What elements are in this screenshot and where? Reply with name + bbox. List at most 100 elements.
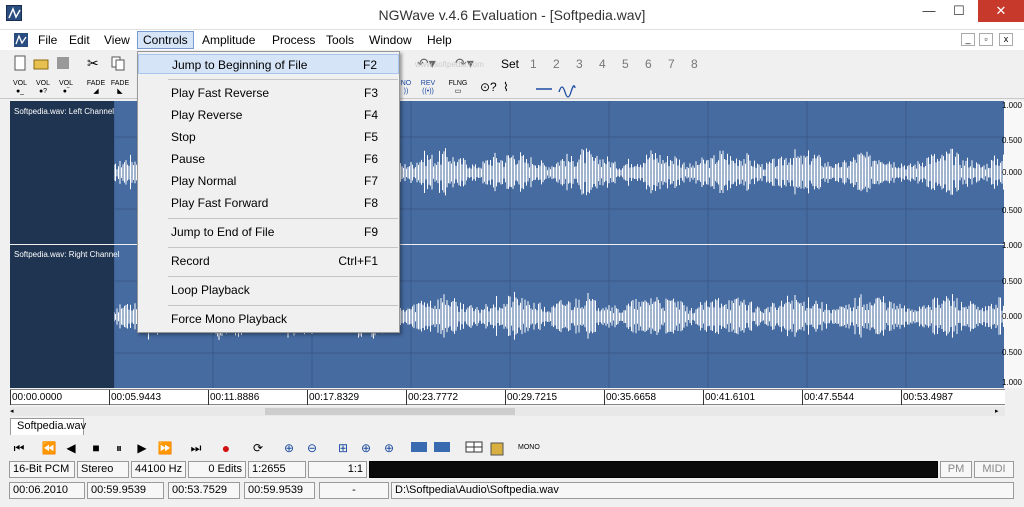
play-icon[interactable]: ▶	[133, 440, 151, 456]
mdi-minimize-button[interactable]: _	[961, 33, 975, 46]
vol-up-icon[interactable]: VOL ●‾	[56, 80, 76, 98]
jump-to-end-icon[interactable]: ⏭	[187, 440, 205, 456]
stop-icon[interactable]: ■	[87, 440, 105, 456]
marker-7[interactable]: 7	[668, 57, 675, 71]
menu-separator	[168, 276, 398, 277]
zoom-full-icon[interactable]: ⊕	[357, 440, 375, 456]
menu-separator	[168, 247, 398, 248]
minimize-button[interactable]: —	[915, 0, 943, 22]
scale-label: 0.500	[1001, 206, 1022, 215]
mdi-restore-button[interactable]: ▫	[979, 33, 993, 46]
scroll-right-arrow[interactable]: ▸	[995, 407, 1004, 416]
edits-field: 0 Edits	[188, 461, 246, 478]
marker-2[interactable]: 2	[553, 57, 560, 71]
fade-out-icon[interactable]: FADE ◣	[109, 80, 131, 98]
pause-icon[interactable]: ⏸	[110, 440, 128, 456]
spectrum-icon[interactable]: ⌇	[503, 80, 521, 98]
channel-mode-field: Stereo	[77, 461, 129, 478]
zoom-out-icon[interactable]: ⊖	[303, 440, 321, 456]
grid-icon[interactable]	[465, 440, 483, 456]
analyze-icon[interactable]: ⊙?	[480, 80, 498, 98]
scale-label: 0.500	[1001, 348, 1022, 357]
menu-item-loop-playback[interactable]: Loop Playback	[138, 280, 399, 300]
cut-icon[interactable]: ✂	[87, 55, 105, 73]
menu-amplitude[interactable]: Amplitude	[202, 33, 255, 47]
horizontal-scrollbar[interactable]: ◂ ▸	[10, 407, 1005, 416]
timeline-label: 00:23.7772	[408, 392, 459, 403]
menu-item-stop[interactable]: Stop F5	[138, 127, 399, 147]
scale-label: 0.500	[1001, 136, 1022, 145]
menu-tools[interactable]: Tools	[326, 33, 354, 47]
menu-item-play-fast-forward[interactable]: Play Fast Forward F8	[138, 193, 399, 213]
mdi-close-button[interactable]: x	[999, 33, 1013, 46]
cursor-position-field: 00:06.2010	[9, 482, 85, 499]
jump-to-start-icon[interactable]: ⏮	[10, 440, 28, 456]
right-amplitude-scale: 1.000 0.500 0.000 0.500 1.000	[1001, 241, 1024, 388]
menu-item-pause[interactable]: Pause F6	[138, 149, 399, 169]
menu-item-record[interactable]: Record Ctrl+F1	[138, 251, 399, 271]
scroll-left-arrow[interactable]: ◂	[10, 407, 19, 416]
timeline-ruler[interactable]: 00:00.0000 00:05.9443 00:11.8886 00:17.8329…	[10, 389, 1005, 405]
marker-8[interactable]: 8	[691, 57, 698, 71]
save-icon[interactable]	[55, 55, 73, 73]
close-button[interactable]: ✕	[978, 0, 1024, 22]
timeline-label: 00:53.4987	[903, 392, 954, 403]
copy-icon[interactable]	[110, 55, 128, 73]
set-label: Set	[501, 57, 520, 71]
sine-wave-icon[interactable]	[558, 80, 576, 98]
file-path-field: D:\Softpedia\Audio\Softpedia.wav	[391, 482, 1014, 499]
zoom-field: 1:1	[308, 461, 367, 478]
menu-edit[interactable]: Edit	[69, 33, 90, 47]
vol-down-icon[interactable]: VOL ●_	[10, 80, 30, 98]
menu-help[interactable]: Help	[427, 33, 452, 47]
menu-view[interactable]: View	[104, 33, 130, 47]
timeline-label: 00:41.6101	[705, 392, 756, 403]
marker-3[interactable]: 3	[576, 57, 583, 71]
timeline-label: 00:11.8886	[210, 392, 260, 403]
file-tab[interactable]: Softpedia.wav	[10, 418, 86, 435]
reverse-icon[interactable]: REV ((•))	[418, 80, 438, 98]
fast-reverse-icon[interactable]: ⏪	[40, 440, 58, 456]
menu-process[interactable]: Process	[272, 33, 315, 47]
noise-icon[interactable]: NO))	[398, 80, 414, 98]
menu-item-jump-end[interactable]: Jump to End of File F9	[138, 222, 399, 242]
scroll-thumb[interactable]	[265, 408, 515, 415]
menu-file[interactable]: File	[38, 33, 57, 47]
vol-icon[interactable]: VOL ●?	[33, 80, 53, 98]
marker-4[interactable]: 4	[599, 57, 606, 71]
menu-controls[interactable]: Controls	[137, 31, 194, 49]
menu-separator	[168, 218, 398, 219]
menu-item-force-mono[interactable]: Force Mono Playback	[138, 309, 399, 329]
record-icon[interactable]: ●	[217, 440, 235, 456]
view-selection-icon[interactable]	[410, 440, 428, 456]
menu-item-play-normal[interactable]: Play Normal F7	[138, 171, 399, 191]
zoom-in-icon[interactable]: ⊕	[280, 440, 298, 456]
total-field: 00:59.9539	[244, 482, 315, 499]
menu-item-play-reverse[interactable]: Play Reverse F4	[138, 105, 399, 125]
marker-6[interactable]: 6	[645, 57, 652, 71]
marker-5[interactable]: 5	[622, 57, 629, 71]
flange-icon[interactable]: FLNG ▭	[448, 80, 468, 98]
fast-forward-icon[interactable]: ⏩	[156, 440, 174, 456]
mono-icon[interactable]: MONO	[518, 440, 540, 456]
open-folder-icon[interactable]	[33, 55, 51, 73]
zoom-selection-icon[interactable]: ⊞	[334, 440, 352, 456]
zoom-fit-icon[interactable]: ⊕	[380, 440, 398, 456]
menu-window[interactable]: Window	[369, 33, 412, 47]
maximize-button[interactable]: ☐	[945, 0, 973, 22]
timeline-tick	[604, 390, 605, 405]
view-all-icon[interactable]	[433, 440, 451, 456]
bit-depth-field: 16-Bit PCM	[9, 461, 75, 478]
reverse-play-icon[interactable]: ◀	[62, 440, 80, 456]
clipboard-icon[interactable]	[488, 440, 506, 456]
loop-icon[interactable]: ⟳	[249, 440, 267, 456]
fade-in-icon[interactable]: FADE ◢	[85, 80, 107, 98]
menu-item-jump-beginning[interactable]: Jump to Beginning of File F2	[138, 54, 399, 74]
title-bar: NGWave v.4.6 Evaluation - [Softpedia.wav…	[0, 0, 1024, 30]
marker-1[interactable]: 1	[530, 57, 537, 71]
flat-line-icon[interactable]	[535, 80, 553, 98]
doc-icon[interactable]	[14, 33, 28, 47]
scale-label: 1.000	[1001, 101, 1022, 110]
menu-item-play-fast-reverse[interactable]: Play Fast Reverse F3	[138, 83, 399, 103]
new-file-icon[interactable]	[12, 55, 30, 73]
